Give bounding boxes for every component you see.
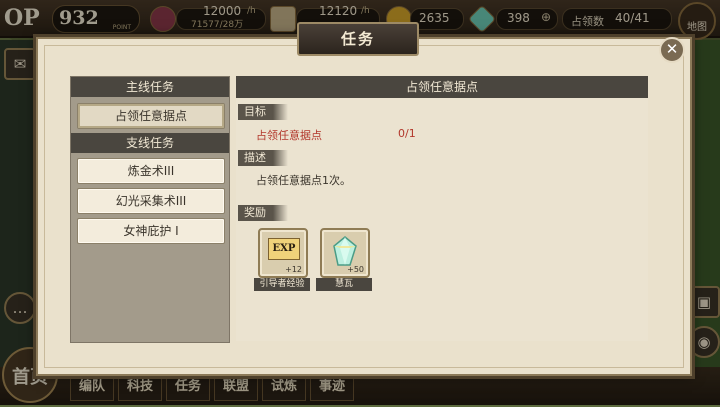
task-detail-panel: 占领任意据点 目标 占领任意据点 0/1 描述 占领任意据点1次。 奖励 EXP… [236, 76, 648, 341]
side-task-item[interactable]: 幻光采集术III [77, 188, 225, 214]
goal-progress: 0/1 [398, 127, 416, 140]
main-task-header: 主线任务 [71, 77, 229, 97]
task-list-panel: 主线任务 占领任意据点 支线任务 炼金术III 幻光采集术III 女神庇护 I [70, 76, 230, 343]
reward-quantity: +12 [285, 265, 302, 274]
reward-quantity: +50 [347, 265, 364, 274]
main-task-item[interactable]: 占领任意据点 [77, 103, 225, 129]
side-task-header: 支线任务 [71, 133, 229, 153]
goal-label: 目标 [238, 104, 288, 120]
reward-exp[interactable]: EXP +12 [258, 228, 308, 278]
exp-icon: EXP [268, 238, 300, 260]
reward-gem[interactable]: +50 [320, 228, 370, 278]
side-task-item[interactable]: 炼金术III [77, 158, 225, 184]
gem-icon [333, 236, 357, 266]
side-task-item[interactable]: 女神庇护 I [77, 218, 225, 244]
reward-name: 引导者经验 [254, 278, 310, 291]
reward-name: 慧瓦 [316, 278, 372, 291]
close-icon[interactable]: ✕ [659, 37, 685, 63]
reward-label: 奖励 [238, 205, 288, 221]
description-text: 占领任意据点1次。 [256, 174, 351, 187]
dialog-title: 任务 [297, 22, 419, 56]
goal-text: 占领任意据点 [256, 129, 322, 142]
task-detail-title: 占领任意据点 [236, 76, 648, 98]
description-label: 描述 [238, 150, 288, 166]
